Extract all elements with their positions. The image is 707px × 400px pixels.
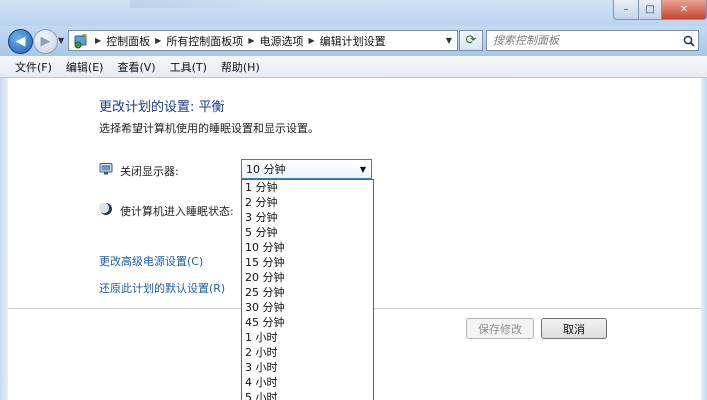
menu-help[interactable]: 帮助(H) — [214, 59, 267, 75]
display-off-select[interactable]: 10 分钟 ▼ — [241, 159, 372, 179]
breadcrumb-control-panel[interactable]: 控制面板 — [106, 33, 150, 49]
dropdown-option[interactable]: 45 分钟 — [242, 315, 373, 330]
breadcrumb-edit-plan[interactable]: 编辑计划设置 — [320, 33, 386, 49]
dropdown-option[interactable]: 4 小时 — [242, 375, 373, 390]
dropdown-option[interactable]: 5 分钟 — [242, 225, 373, 240]
maximize-button[interactable]: □ — [639, 0, 662, 20]
window-border-left — [0, 78, 8, 400]
refresh-button[interactable]: ⟳ — [459, 30, 483, 51]
close-button[interactable]: ✕ — [662, 0, 707, 20]
monitor-icon — [99, 162, 113, 176]
back-arrow-icon: ◀ — [15, 34, 26, 49]
back-button[interactable]: ◀ — [8, 29, 33, 54]
minimize-button[interactable]: – — [613, 0, 639, 20]
navigation-bar: ◀ ▶ ▼ ▶ 控制面板 ▶ 所有控制面板项 ▶ 电源选项 ▶ 编辑计划设置 ▼… — [0, 26, 707, 56]
dropdown-option[interactable]: 25 分钟 — [242, 285, 373, 300]
dropdown-option[interactable]: 20 分钟 — [242, 270, 373, 285]
address-history-chevron-down-icon[interactable]: ▼ — [440, 36, 457, 45]
display-off-dropdown-list: 1 分钟 2 分钟 3 分钟 5 分钟 10 分钟 15 分钟 20 分钟 25… — [241, 179, 374, 400]
dropdown-option[interactable]: 10 分钟 — [242, 240, 373, 255]
breadcrumb-separator-icon[interactable]: ▶ — [308, 36, 314, 45]
breadcrumb-all-items[interactable]: 所有控制面板项 — [166, 33, 243, 49]
search-icon[interactable] — [680, 35, 698, 47]
address-bar[interactable]: ▶ 控制面板 ▶ 所有控制面板项 ▶ 电源选项 ▶ 编辑计划设置 ▼ — [68, 30, 458, 51]
refresh-icon: ⟳ — [465, 33, 477, 48]
breadcrumb-separator-icon[interactable]: ▶ — [248, 36, 254, 45]
menu-edit[interactable]: 编辑(E) — [59, 59, 111, 75]
page-subtitle: 选择希望计算机使用的睡眠设置和显示设置。 — [99, 122, 319, 135]
restore-defaults-link[interactable]: 还原此计划的默认设置(R) — [99, 280, 225, 296]
breadcrumb-separator-icon[interactable]: ▶ — [95, 36, 101, 45]
dropdown-option[interactable]: 15 分钟 — [242, 255, 373, 270]
dropdown-option[interactable]: 3 小时 — [242, 360, 373, 375]
title-bar: – □ ✕ — [0, 0, 707, 26]
menu-file[interactable]: 文件(F) — [8, 59, 59, 75]
title-bar-shadow — [130, 0, 270, 8]
dropdown-option[interactable]: 1 小时 — [242, 330, 373, 345]
dropdown-option[interactable]: 1 分钟 — [242, 180, 373, 195]
page-title: 更改计划的设置: 平衡 — [99, 100, 225, 115]
dropdown-option[interactable]: 30 分钟 — [242, 300, 373, 315]
advanced-power-settings-link[interactable]: 更改高级电源设置(C) — [99, 253, 203, 269]
dropdown-option[interactable]: 2 分钟 — [242, 195, 373, 210]
display-off-label: 关闭显示器: — [120, 165, 179, 178]
forward-button[interactable]: ▶ — [33, 29, 58, 54]
save-changes-button[interactable]: 保存修改 — [466, 318, 534, 339]
window-controls: – □ ✕ — [613, 0, 707, 20]
breadcrumb-separator-icon[interactable]: ▶ — [155, 36, 161, 45]
search-box[interactable] — [486, 30, 699, 51]
forward-arrow-icon: ▶ — [40, 34, 51, 49]
menu-tools[interactable]: 工具(T) — [163, 59, 214, 75]
control-panel-icon — [72, 33, 90, 49]
dropdown-option[interactable]: 2 小时 — [242, 345, 373, 360]
dropdown-option[interactable]: 5 小时 — [242, 390, 373, 400]
menu-view[interactable]: 查看(V) — [110, 59, 162, 75]
search-input[interactable] — [487, 33, 680, 48]
moon-sleep-icon — [98, 202, 113, 216]
display-off-selected-value: 10 分钟 — [246, 163, 286, 176]
window-border-right — [701, 78, 707, 400]
chevron-down-icon: ▼ — [359, 164, 367, 174]
menu-bar: 文件(F) 编辑(E) 查看(V) 工具(T) 帮助(H) — [0, 56, 707, 78]
dropdown-option[interactable]: 3 分钟 — [242, 210, 373, 225]
sleep-label: 使计算机进入睡眠状态: — [120, 205, 234, 218]
recent-pages-dropdown[interactable]: ▼ — [58, 36, 64, 45]
cancel-button[interactable]: 取消 — [541, 318, 607, 339]
breadcrumb-power-options[interactable]: 电源选项 — [259, 33, 303, 49]
